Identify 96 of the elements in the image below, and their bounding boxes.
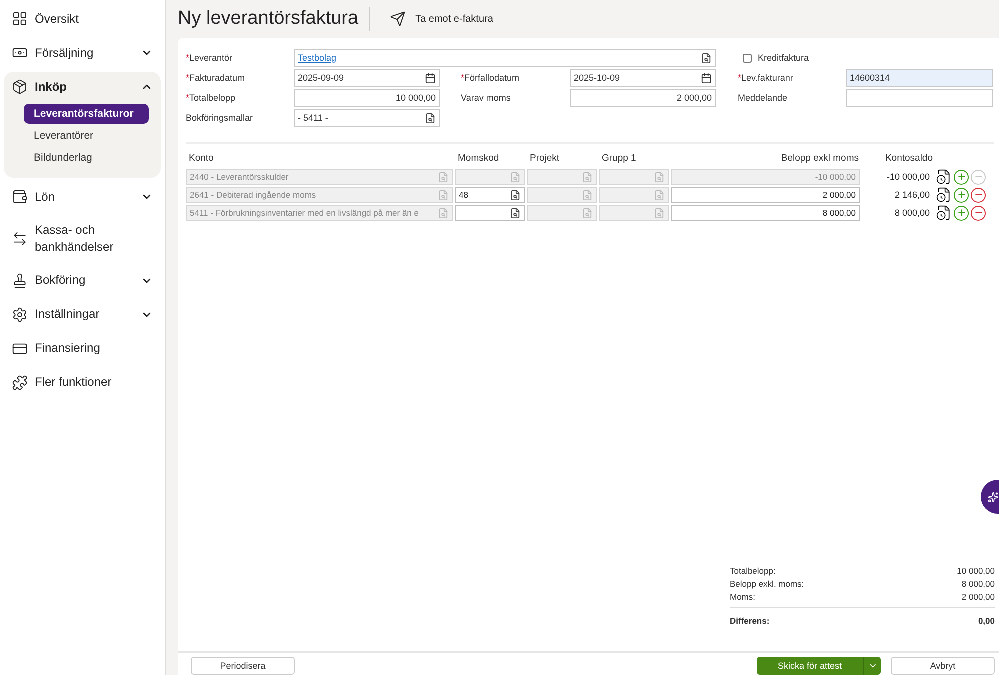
nav-item[interactable]: Fler funktioner xyxy=(4,368,161,398)
project-cell[interactable] xyxy=(527,187,597,203)
calendar-icon[interactable] xyxy=(425,72,436,84)
lookup-icon xyxy=(582,190,593,200)
document-icon[interactable] xyxy=(936,169,952,185)
lookup-icon[interactable] xyxy=(510,208,521,218)
send-for-approval-button[interactable]: Skicka för attest xyxy=(757,657,863,675)
nav-item[interactable]: Finansiering xyxy=(4,334,161,364)
box-icon xyxy=(12,79,28,95)
field-label: Varav moms xyxy=(461,93,512,103)
amount-field[interactable]: 10 000,00 xyxy=(294,89,440,107)
invoice-number-field[interactable]: 14600314 xyxy=(846,69,993,87)
field-label: *Lev.fakturanr xyxy=(738,73,794,83)
balance-cell-text: 8 000,00 xyxy=(894,208,931,218)
template-field[interactable]: - 5411 - xyxy=(294,109,440,127)
lookup-icon xyxy=(438,190,449,200)
balance-cell-text: 2 146,00 xyxy=(894,190,931,200)
amount-cell[interactable]: 8 000,00 xyxy=(671,205,860,221)
send-icon xyxy=(390,11,406,27)
sparkle-icon xyxy=(988,492,999,502)
balance-cell-text: -10 000,00 xyxy=(886,172,931,182)
message-field[interactable] xyxy=(846,89,993,107)
lookup-icon xyxy=(438,172,449,182)
periodize-button[interactable]: Periodisera xyxy=(191,657,295,675)
summary-label: Belopp exkl. moms: xyxy=(730,578,804,588)
vat-code-cell[interactable] xyxy=(455,205,525,221)
nav-item[interactable]: Kassa- och bankhändelser xyxy=(4,216,161,262)
page-title: Ny leverantörsfaktura xyxy=(178,7,370,31)
receive-e-invoice-button[interactable]: Ta emot e-faktura xyxy=(384,10,500,28)
summary-label: Moms: xyxy=(730,592,756,602)
column-header: Projekt xyxy=(529,152,561,164)
credit-invoice-checkbox[interactable]: Kreditfaktura xyxy=(743,53,810,63)
group-cell[interactable] xyxy=(599,205,669,221)
grid-icon xyxy=(12,11,28,27)
stamp-icon xyxy=(12,272,28,289)
column-header: Grupp 1 xyxy=(601,152,638,164)
vat-code-cell[interactable]: 48 xyxy=(455,187,525,203)
settings-icon xyxy=(12,306,28,323)
date-field[interactable]: 2025-10-09 xyxy=(570,69,716,87)
nav-item[interactable]: Försäljning xyxy=(4,38,161,68)
field-label: *Totalbelopp xyxy=(186,93,237,103)
lookup-icon xyxy=(654,208,665,218)
plus-icon xyxy=(956,172,966,182)
field-label: *Fakturadatum xyxy=(186,73,246,83)
nav-item[interactable]: Inställningar xyxy=(4,300,161,330)
column-header: Konto xyxy=(188,152,215,164)
lookup-icon[interactable] xyxy=(425,112,436,124)
nav-subitem[interactable]: Leverantörsfakturor xyxy=(24,104,149,124)
field-label: *Förfallodatum xyxy=(461,73,521,83)
lookup-icon xyxy=(582,172,593,182)
remove-row-button[interactable] xyxy=(971,206,986,220)
summary-value: 8 000,00 xyxy=(962,578,995,588)
amount-cell[interactable]: 2 000,00 xyxy=(671,187,860,203)
exchange-icon xyxy=(12,230,28,247)
lookup-icon xyxy=(438,208,449,218)
nav-subitem[interactable]: Leverantörer xyxy=(24,126,149,146)
nav-item[interactable]: Lön xyxy=(4,182,161,212)
document-icon[interactable] xyxy=(936,187,952,203)
field-label: *Leverantör xyxy=(186,53,234,63)
puzzle-icon xyxy=(12,374,28,391)
lookup-icon[interactable] xyxy=(510,190,521,200)
supplier-field[interactable]: Testbolag xyxy=(294,49,716,67)
group-cell[interactable] xyxy=(599,169,669,185)
lookup-icon xyxy=(582,208,593,218)
project-cell[interactable] xyxy=(527,169,597,185)
nav-item[interactable]: Inköp xyxy=(4,72,161,102)
column-header: Kontosaldo xyxy=(884,152,934,164)
lookup-icon xyxy=(654,172,665,182)
project-cell[interactable] xyxy=(527,205,597,221)
field-label: Meddelande xyxy=(738,93,789,103)
lookup-icon xyxy=(510,172,521,182)
wallet-icon xyxy=(12,189,28,205)
nav-item[interactable]: Översikt xyxy=(4,4,161,34)
summary-label: Differens: xyxy=(730,616,770,626)
amount-field[interactable]: 2 000,00 xyxy=(570,89,716,107)
cancel-button[interactable]: Avbryt xyxy=(891,657,995,675)
nav-subitem[interactable]: Bildunderlag xyxy=(24,148,149,168)
calendar-icon[interactable] xyxy=(701,72,712,84)
summary-label: Totalbelopp: xyxy=(730,566,776,576)
lookup-icon xyxy=(654,190,665,200)
nav-item[interactable]: Bokföring xyxy=(4,266,161,296)
plus-icon xyxy=(956,208,966,218)
remove-row-button[interactable] xyxy=(971,188,986,202)
lookup-icon[interactable] xyxy=(701,52,712,64)
column-header: Belopp exkl moms xyxy=(780,152,860,164)
summary-value: 10 000,00 xyxy=(957,566,995,576)
plus-icon xyxy=(956,190,966,200)
group-cell[interactable] xyxy=(599,187,669,203)
column-header: Momskod xyxy=(457,152,500,164)
summary-value: 0,00 xyxy=(978,616,995,626)
field-label: Bokföringsmallar xyxy=(186,113,254,123)
document-icon[interactable] xyxy=(936,205,952,221)
dropdown-button[interactable] xyxy=(863,657,881,675)
date-field[interactable]: 2025-09-09 xyxy=(294,69,440,87)
summary-value: 2 000,00 xyxy=(962,592,995,602)
supplier-link[interactable]: Testbolag xyxy=(298,53,699,63)
